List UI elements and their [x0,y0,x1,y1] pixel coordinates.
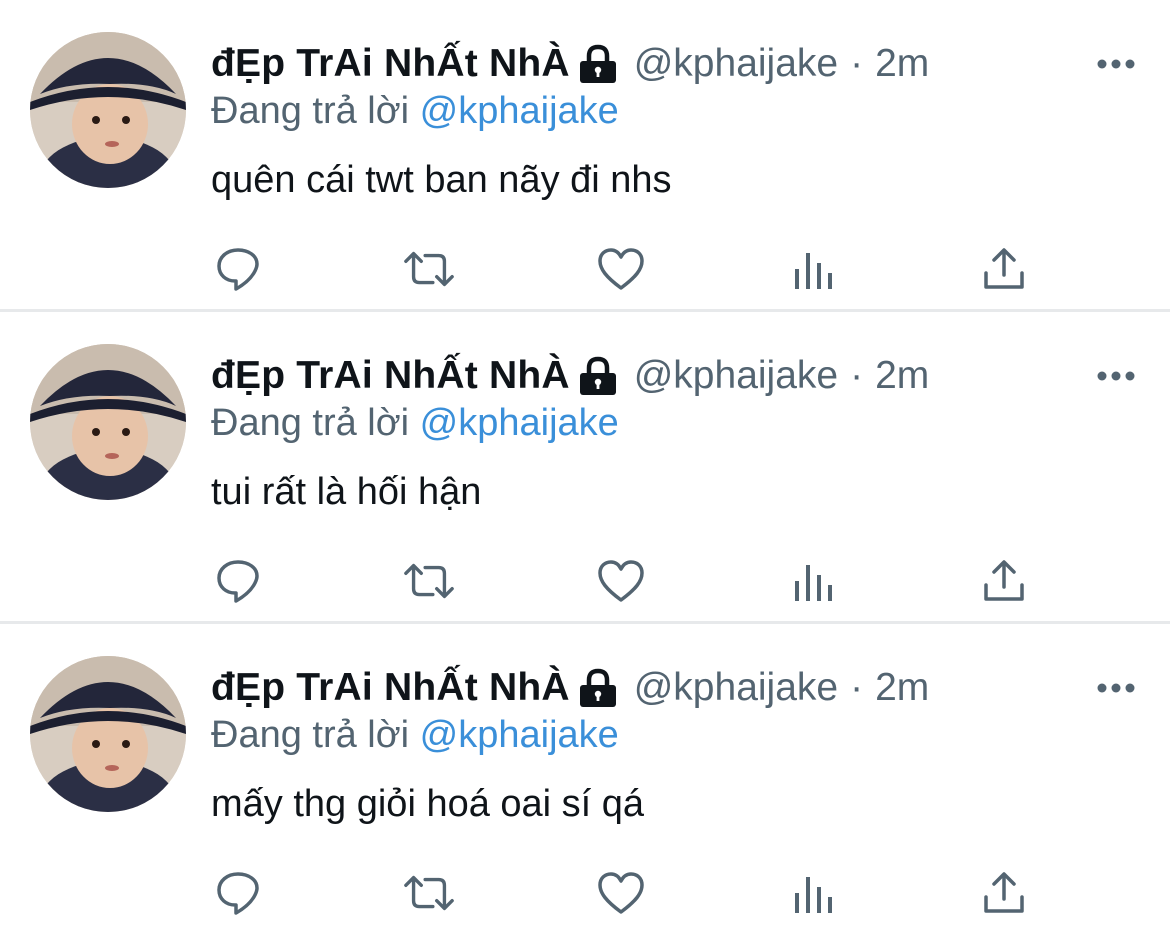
avatar-image [30,32,186,188]
display-name[interactable]: đẸp TrAi NhẤt NhÀ [211,664,570,712]
action-bar [211,242,1041,296]
share-icon [984,248,1024,289]
share-button[interactable] [977,242,1031,296]
retweet-icon [404,875,454,911]
display-name[interactable]: đẸp TrAi NhẤt NhÀ [211,40,570,88]
analytics-button[interactable] [786,866,840,920]
tweet-text: quên cái twt ban nãy đi nhs [211,159,672,201]
reply-icon [217,248,259,291]
avatar[interactable] [30,32,186,188]
action-bar [211,554,1041,608]
handle[interactable]: @kphaijake [634,664,838,712]
timestamp[interactable]: 2m [875,352,929,400]
share-icon [984,872,1024,913]
retweet-button[interactable] [402,866,456,920]
tweet-text: mấy thg giỏi hoá oai sí qá [211,783,645,825]
reply-button[interactable] [211,866,265,920]
separator-dot: · [850,354,864,397]
replying-to-label: Đang trả lời [211,402,410,444]
heart-icon [598,560,644,602]
more-options-button[interactable] [1092,668,1140,708]
reply-button[interactable] [211,242,265,296]
analytics-icon [795,253,832,289]
replying-to-handle[interactable]: @kphaijake [420,402,619,444]
display-name[interactable]: đẸp TrAi NhẤt NhÀ [211,352,570,400]
heart-icon [598,872,644,914]
more-horizontal-icon [1097,59,1135,69]
share-icon [984,560,1024,601]
more-horizontal-icon [1097,683,1135,693]
share-button[interactable] [977,554,1031,608]
tweet-text: tui rất là hối hận [211,471,482,513]
retweet-button[interactable] [402,554,456,608]
retweet-icon [404,251,454,287]
analytics-icon [795,877,832,913]
lock-icon [576,352,620,400]
replying-to-label: Đang trả lời [211,714,410,756]
retweet-icon [404,563,454,599]
more-options-button[interactable] [1092,44,1140,84]
like-button[interactable] [594,242,648,296]
lock-icon [576,664,620,712]
replying-to: Đang trả lời @kphaijake [211,88,619,134]
tweet-header: đẸp TrAi NhẤt NhÀ @kphaijake · 2m [211,40,929,88]
tweet[interactable]: đẸp TrAi NhẤt NhÀ @kphaijake · 2m Đang t… [0,624,1170,931]
separator-dot: · [850,666,864,709]
avatar-image [30,344,186,500]
lock-icon [576,40,620,88]
reply-button[interactable] [211,554,265,608]
retweet-button[interactable] [402,242,456,296]
tweet-header: đẸp TrAi NhẤt NhÀ @kphaijake · 2m [211,352,929,400]
handle[interactable]: @kphaijake [634,352,838,400]
timestamp[interactable]: 2m [875,40,929,88]
tweet-header: đẸp TrAi NhẤt NhÀ @kphaijake · 2m [211,664,929,712]
replying-to: Đang trả lời @kphaijake [211,712,619,758]
more-horizontal-icon [1097,371,1135,381]
like-button[interactable] [594,866,648,920]
avatar[interactable] [30,344,186,500]
replying-to: Đang trả lời @kphaijake [211,400,619,446]
replying-to-handle[interactable]: @kphaijake [420,714,619,756]
more-options-button[interactable] [1092,356,1140,396]
share-button[interactable] [977,866,1031,920]
reply-icon [217,872,259,915]
analytics-button[interactable] [786,242,840,296]
avatar[interactable] [30,656,186,812]
tweet[interactable]: đẸp TrAi NhẤt NhÀ @kphaijake · 2m Đang t… [0,312,1170,624]
reply-icon [217,560,259,603]
analytics-button[interactable] [786,554,840,608]
action-bar [211,866,1041,920]
replying-to-handle[interactable]: @kphaijake [420,90,619,132]
analytics-icon [795,565,832,601]
like-button[interactable] [594,554,648,608]
tweet[interactable]: đẸp TrAi NhẤt NhÀ @kphaijake · 2m Đang t… [0,0,1170,312]
heart-icon [598,248,644,290]
timestamp[interactable]: 2m [875,664,929,712]
separator-dot: · [850,42,864,85]
avatar-image [30,656,186,812]
replying-to-label: Đang trả lời [211,90,410,132]
handle[interactable]: @kphaijake [634,40,838,88]
